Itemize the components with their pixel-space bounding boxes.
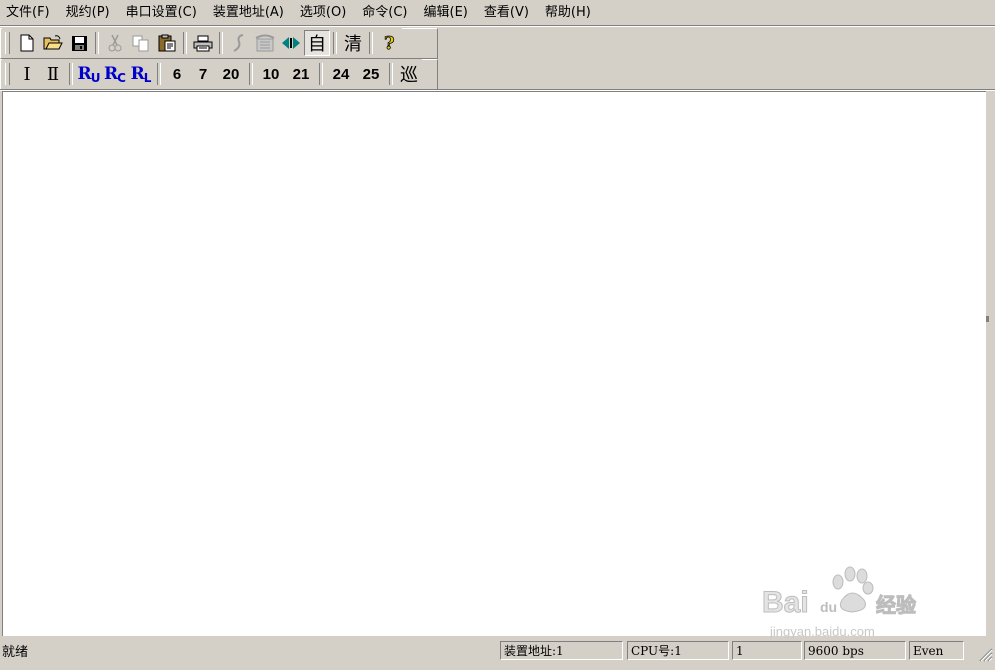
toolbar-separator xyxy=(333,32,337,54)
toolbar-separator xyxy=(69,63,73,85)
toolbar-protocol: Ⅰ Ⅱ RU RC RL 6 7 20 10 21 24 25 巡 xyxy=(2,59,422,89)
toolbar-grip[interactable] xyxy=(5,63,10,85)
toolbar-separator xyxy=(319,63,323,85)
menu-divider xyxy=(0,25,995,27)
resize-grip-icon[interactable] xyxy=(977,646,993,662)
menu-serial-settings[interactable]: 串口设置(C) xyxy=(118,2,205,24)
toolbar-separator xyxy=(219,32,223,54)
paste-clipboard-icon[interactable] xyxy=(154,30,180,56)
help-question-icon[interactable]: ? xyxy=(376,30,402,56)
new-file-icon[interactable] xyxy=(14,30,40,56)
menu-view[interactable]: 查看(V) xyxy=(476,2,537,24)
open-folder-icon[interactable] xyxy=(40,30,66,56)
cmd-21-button[interactable]: 21 xyxy=(286,61,316,87)
cmd-24-button[interactable]: 24 xyxy=(326,61,356,87)
svg-text:?: ? xyxy=(384,33,395,53)
phone-icon[interactable] xyxy=(252,30,278,56)
toolbar-separator xyxy=(369,32,373,54)
cmd-24-label: 24 xyxy=(332,65,350,83)
status-baud: 9600 bps xyxy=(804,641,906,660)
toolbar-separator xyxy=(389,63,393,85)
menu-command[interactable]: 命令(C) xyxy=(354,2,415,24)
clear-label: 清 xyxy=(344,34,362,55)
cmd-10-button[interactable]: 10 xyxy=(256,61,286,87)
toolbar-standard: 自 清 ? xyxy=(2,28,402,58)
menu-protocol[interactable]: 规约(P) xyxy=(58,2,118,24)
roman-two-button[interactable]: Ⅱ xyxy=(40,61,66,87)
patrol-button[interactable]: 巡 xyxy=(396,61,422,87)
status-bar: 就绪 装置地址:1 CPU号:1 1 9600 bps Even xyxy=(0,638,995,670)
menu-options[interactable]: 选项(O) xyxy=(292,2,354,24)
cmd-21-label: 21 xyxy=(292,65,310,83)
status-cpu: CPU号:1 xyxy=(627,641,729,660)
main-output-area[interactable] xyxy=(2,91,986,636)
cmd-7-label: 7 xyxy=(198,65,208,83)
rl-r: R xyxy=(130,64,145,84)
cmd-25-label: 25 xyxy=(362,65,380,83)
status-message: 就绪 xyxy=(2,645,29,660)
auto-label: 自 xyxy=(308,34,326,55)
patrol-label: 巡 xyxy=(400,65,418,86)
roman-two-label: Ⅱ xyxy=(46,63,60,85)
menu-file[interactable]: 文件(F) xyxy=(0,2,58,24)
roman-one-label: Ⅰ xyxy=(23,63,31,85)
toolbar-separator xyxy=(183,32,187,54)
ru-sub: U xyxy=(90,71,101,85)
status-device-address: 装置地址:1 xyxy=(500,641,623,660)
rc-sub: C xyxy=(117,71,126,85)
status-parity: Even xyxy=(909,641,964,660)
auto-button[interactable]: 自 xyxy=(304,30,330,56)
toolbar-separator xyxy=(249,63,253,85)
cmd-20-button[interactable]: 20 xyxy=(216,61,246,87)
scissors-icon[interactable] xyxy=(102,30,128,56)
toolbar-separator xyxy=(157,63,161,85)
rl-button[interactable]: RL xyxy=(128,61,154,87)
rc-r: R xyxy=(104,64,119,84)
printer-icon[interactable] xyxy=(190,30,216,56)
cmd-10-label: 10 xyxy=(262,65,280,83)
menu-help[interactable]: 帮助(H) xyxy=(537,2,599,24)
menu-edit[interactable]: 编辑(E) xyxy=(416,2,476,24)
copy-icon[interactable] xyxy=(128,30,154,56)
status-index: 1 xyxy=(732,641,802,660)
ru-button[interactable]: RU xyxy=(76,61,102,87)
save-disk-icon[interactable] xyxy=(66,30,92,56)
roman-one-button[interactable]: Ⅰ xyxy=(14,61,40,87)
menu-bar: 文件(F) 规约(P) 串口设置(C) 装置地址(A) 选项(O) 命令(C) … xyxy=(0,0,995,25)
cmd-6-label: 6 xyxy=(172,65,182,83)
clear-button[interactable]: 清 xyxy=(340,30,366,56)
rl-sub: L xyxy=(143,71,152,85)
menu-device-address[interactable]: 装置地址(A) xyxy=(205,2,292,24)
cmd-6-button[interactable]: 6 xyxy=(164,61,190,87)
toolbar-grip[interactable] xyxy=(5,32,10,54)
ru-r: R xyxy=(77,64,92,84)
toolbar-separator xyxy=(95,32,99,54)
hangup-icon[interactable] xyxy=(226,30,252,56)
cmd-25-button[interactable]: 25 xyxy=(356,61,386,87)
cmd-20-label: 20 xyxy=(222,65,240,83)
cmd-7-button[interactable]: 7 xyxy=(190,61,216,87)
splitter-marker xyxy=(986,316,989,322)
rc-button[interactable]: RC xyxy=(102,61,128,87)
connect-icon[interactable] xyxy=(278,30,304,56)
